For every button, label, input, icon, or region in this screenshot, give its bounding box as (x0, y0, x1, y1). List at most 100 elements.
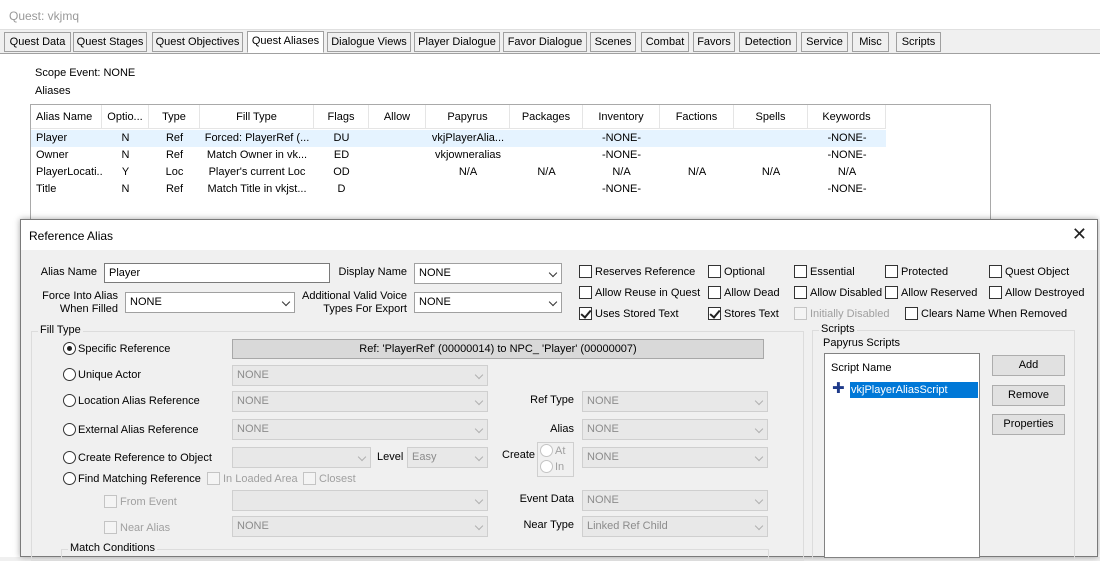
clears-name-checkbox[interactable]: Clears Name When Removed (905, 306, 1067, 323)
match-conditions-label: Match Conditions (68, 542, 157, 554)
unique-actor-radio[interactable]: Unique Actor (63, 367, 141, 382)
table-row[interactable]: Owner N Ref Match Owner in vk... ED vkjo… (31, 147, 886, 164)
create-at-radio[interactable]: At (540, 443, 565, 458)
reserves-reference-checkbox[interactable]: Reserves Reference (579, 264, 695, 281)
tab-favor-dialogue[interactable]: Favor Dialogue (503, 32, 587, 52)
scripts-label: Scripts (819, 323, 857, 335)
tab-quest-data[interactable]: Quest Data (4, 32, 71, 52)
checkbox-label: Allow Reserved (901, 287, 978, 299)
column-header[interactable]: Factions (660, 105, 734, 129)
tab-quest-objectives[interactable]: Quest Objectives (152, 32, 243, 52)
add-script-button[interactable]: Add (992, 355, 1065, 376)
tab-dialogue-views[interactable]: Dialogue Views (327, 32, 411, 52)
force-into-alias-dropdown[interactable]: NONE (125, 292, 295, 313)
stores-text-checkbox[interactable]: Stores Text (708, 306, 779, 323)
tab-service[interactable]: Service (801, 32, 848, 52)
column-header[interactable]: Allow (369, 105, 426, 129)
checkbox-box (794, 264, 807, 278)
event-data-dropdown[interactable]: NONE (582, 490, 768, 511)
column-header[interactable]: Alias Name (31, 105, 102, 129)
initially-disabled-checkbox[interactable]: Initially Disabled (794, 306, 889, 323)
force-into-alias-value: NONE (130, 296, 162, 308)
checkbox-box (579, 264, 592, 278)
create-in-radio[interactable]: In (540, 459, 564, 474)
allow-reuse-checkbox[interactable]: Allow Reuse in Quest (579, 285, 700, 302)
additional-voice-dropdown[interactable]: NONE (414, 292, 562, 313)
in-loaded-area-checkbox[interactable]: In Loaded Area (207, 471, 298, 488)
tab-detection[interactable]: Detection (739, 32, 797, 52)
ref-type-dropdown[interactable]: NONE (582, 391, 768, 412)
table-row[interactable]: Player N Ref Forced: PlayerRef (... DU v… (31, 130, 886, 147)
aliases-table[interactable]: Alias Name Optio... Type Fill Type Flags… (30, 104, 991, 226)
cell-alias-name: PlayerLocati... (36, 166, 102, 178)
ref-type-label: Ref Type (530, 394, 574, 406)
cell-inventory: -NONE- (601, 149, 642, 161)
column-header[interactable]: Type (149, 105, 200, 129)
column-header[interactable]: Papyrus (426, 105, 510, 129)
checkbox-box (104, 494, 117, 508)
essential-checkbox[interactable]: Essential (794, 264, 855, 281)
column-header[interactable]: Inventory (583, 105, 660, 129)
event-data-label: Event Data (519, 493, 574, 505)
specific-reference-value[interactable]: Ref: 'PlayerRef' (00000014) to NPC_ 'Pla… (232, 339, 764, 359)
from-event-checkbox[interactable]: From Event (104, 494, 177, 511)
tab-quest-aliases[interactable]: Quest Aliases (247, 31, 324, 53)
create-target-dropdown[interactable]: NONE (582, 447, 768, 468)
near-alias-checkbox[interactable]: Near Alias (104, 520, 170, 537)
script-name-header[interactable]: Script Name (831, 362, 892, 374)
level-dropdown[interactable]: Easy (407, 447, 488, 468)
alias-name-field[interactable]: Player (104, 263, 330, 283)
cell-type: Ref (165, 183, 184, 195)
tab-quest-stages[interactable]: Quest Stages (73, 32, 147, 52)
tab-favors[interactable]: Favors (693, 32, 735, 52)
external-alias-dropdown[interactable]: NONE (232, 419, 488, 440)
quest-object-checkbox[interactable]: Quest Object (989, 264, 1069, 281)
column-header[interactable]: Fill Type (200, 105, 314, 129)
column-header[interactable]: Packages (510, 105, 583, 129)
alias-dropdown[interactable]: NONE (582, 419, 768, 440)
location-alias-reference-radio[interactable]: Location Alias Reference (63, 393, 200, 408)
tab-scenes[interactable]: Scenes (590, 32, 636, 52)
location-alias-dropdown[interactable]: NONE (232, 391, 488, 412)
tab-combat[interactable]: Combat (641, 32, 689, 52)
external-alias-reference-radio[interactable]: External Alias Reference (63, 422, 198, 437)
script-item[interactable]: vkjPlayerAliasScript (850, 382, 978, 398)
cell-packages (510, 181, 583, 198)
table-row[interactable]: Title N Ref Match Title in vkjst... D -N… (31, 181, 886, 198)
unique-actor-dropdown[interactable]: NONE (232, 365, 488, 386)
allow-reserved-checkbox[interactable]: Allow Reserved (885, 285, 978, 302)
optional-checkbox[interactable]: Optional (708, 264, 765, 281)
allow-disabled-checkbox[interactable]: Allow Disabled (794, 285, 882, 302)
display-name-dropdown[interactable]: NONE (414, 263, 562, 284)
column-header[interactable]: Optio... (102, 105, 149, 129)
create-reference-radio[interactable]: Create Reference to Object (63, 450, 212, 465)
remove-script-button[interactable]: Remove (992, 385, 1065, 406)
find-matching-reference-radio[interactable]: Find Matching Reference (63, 471, 201, 486)
from-event-dropdown[interactable] (232, 490, 488, 511)
near-alias-dropdown[interactable]: NONE (232, 516, 488, 537)
fill-type-label: Fill Type (38, 324, 83, 336)
properties-button[interactable]: Properties (992, 414, 1065, 435)
column-header[interactable]: Keywords (808, 105, 886, 129)
checkbox-label: From Event (120, 496, 177, 508)
radio-label: Find Matching Reference (78, 473, 201, 485)
tab-player-dialogue[interactable]: Player Dialogue (414, 32, 500, 52)
create-label: Create (502, 449, 536, 461)
allow-destroyed-checkbox[interactable]: Allow Destroyed (989, 285, 1084, 302)
force-into-alias-label: Force Into Alias (42, 290, 118, 302)
script-list[interactable]: Script Name ✚ vkjPlayerAliasScript (824, 353, 980, 558)
column-header[interactable]: Spells (734, 105, 808, 129)
allow-dead-checkbox[interactable]: Allow Dead (708, 285, 780, 302)
radio-label: Create Reference to Object (78, 452, 212, 464)
closest-checkbox[interactable]: Closest (303, 471, 356, 488)
tab-misc[interactable]: Misc (852, 32, 889, 52)
near-type-dropdown[interactable]: Linked Ref Child (582, 516, 768, 537)
table-row[interactable]: PlayerLocati... Y Loc Player's current L… (31, 164, 886, 181)
tab-scripts[interactable]: Scripts (896, 32, 941, 52)
protected-checkbox[interactable]: Protected (885, 264, 948, 281)
uses-stored-text-checkbox[interactable]: Uses Stored Text (579, 306, 679, 323)
column-header[interactable]: Flags (314, 105, 369, 129)
create-reference-dropdown[interactable] (232, 447, 371, 468)
specific-reference-radio[interactable]: Specific Reference (63, 341, 170, 356)
close-icon[interactable]: ✕ (1072, 224, 1087, 244)
